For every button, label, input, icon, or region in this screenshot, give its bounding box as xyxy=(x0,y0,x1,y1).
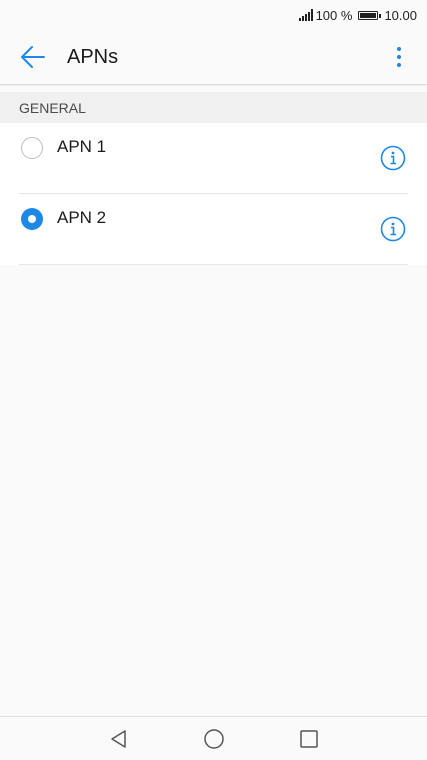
recents-square-icon xyxy=(299,729,318,748)
more-vertical-icon xyxy=(397,47,401,51)
app-bar: APNs xyxy=(0,30,427,85)
battery-percentage: 100 % xyxy=(315,7,353,23)
navigation-bar xyxy=(0,716,427,760)
section-header-general: GENERAL xyxy=(0,92,427,123)
back-arrow-icon xyxy=(21,46,45,68)
back-triangle-icon xyxy=(110,729,126,748)
nav-home-button[interactable] xyxy=(166,717,261,760)
apn-item-2[interactable]: APN 2 xyxy=(19,194,408,265)
apn-list: APN 1 APN 2 xyxy=(0,123,427,265)
status-bar: 100 % 10.00 xyxy=(0,0,427,30)
page-title: APNs xyxy=(67,45,119,68)
status-time: 10.00 xyxy=(384,7,417,23)
more-options-button[interactable] xyxy=(389,42,409,72)
apn-2-radio[interactable] xyxy=(21,208,43,230)
apn-name: APN 1 xyxy=(57,137,107,156)
battery-icon xyxy=(358,10,382,20)
back-button[interactable] xyxy=(18,42,48,72)
info-icon[interactable] xyxy=(380,145,406,171)
nav-back-button[interactable] xyxy=(71,717,166,760)
apn-1-radio[interactable] xyxy=(21,137,43,159)
nav-recents-button[interactable] xyxy=(261,717,356,760)
info-icon[interactable] xyxy=(380,216,406,242)
apn-name: APN 2 xyxy=(57,208,107,227)
apn-item-1[interactable]: APN 1 xyxy=(19,123,408,194)
signal-icon xyxy=(298,9,313,21)
home-circle-icon xyxy=(203,728,224,749)
